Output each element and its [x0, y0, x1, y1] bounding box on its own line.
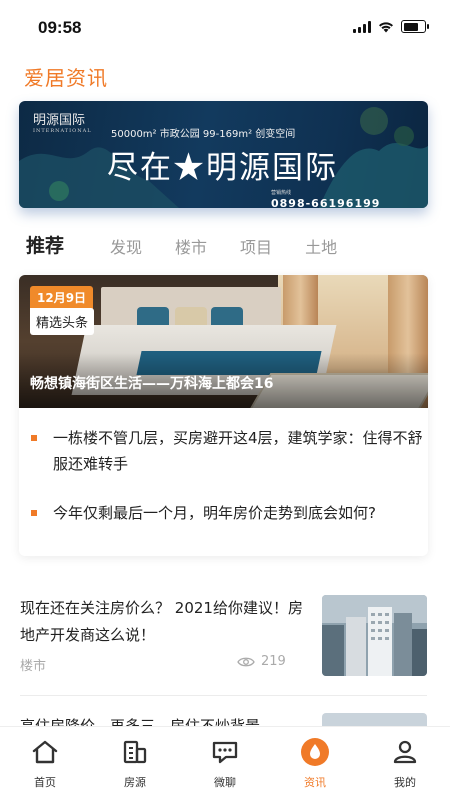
tabbar-label: 首页 [34, 776, 56, 789]
chat-icon [212, 741, 238, 764]
article-tag: 楼市 [20, 659, 47, 674]
tabbar-label: 微聊 [214, 776, 236, 789]
article-thumbnail [322, 595, 427, 676]
tab-project[interactable]: 项目 [240, 234, 272, 260]
article-item[interactable]: 现在还在关注房价么？ 2021给你建议！房地产开发商这么说！ 楼市 219 [20, 595, 429, 679]
category-tabs: 推荐 发现 楼市 项目 土地 [26, 231, 370, 260]
headline-item[interactable]: 今年仅剩最后一个月，明年房价走势到底会如何? [31, 500, 423, 526]
tab-recommend[interactable]: 推荐 [26, 231, 69, 260]
banner-hotline-label: 营销热线 [271, 190, 292, 196]
promo-banner[interactable]: 明源国际 INTERNATIONAL 50000m² 市政公园 99-169m² … [19, 101, 428, 208]
tabbar-label: 房源 [124, 776, 146, 789]
bullet-icon [31, 510, 37, 516]
tabbar-home[interactable]: 首页 [0, 727, 90, 800]
news-icon [301, 738, 329, 766]
featured-badge: 精选头条 [30, 308, 95, 335]
status-icons [353, 20, 429, 33]
page-title: 爱居资讯 [24, 66, 108, 90]
wifi-icon [379, 21, 393, 32]
article-title: 现在还在关注房价么？ 2021给你建议！房地产开发商这么说！ [20, 599, 303, 644]
banner-logo: 明源国际 INTERNATIONAL [33, 113, 92, 134]
headline-item[interactable]: 一栋楼不管几层，买房避开这4层，建筑学家：住得不舒服还难转手 [31, 425, 423, 477]
divider [20, 695, 427, 696]
tab-land[interactable]: 土地 [305, 234, 337, 260]
banner-subtitle: 50000m² 市政公园 99-169m² 创变空间 [111, 129, 296, 140]
featured-title: 畅想镇海街区生活——万科海上都会16 [30, 376, 274, 392]
tabbar-listings[interactable]: 房源 [90, 727, 180, 800]
eye-icon [237, 657, 255, 666]
home-icon [32, 740, 58, 764]
tabbar-profile[interactable]: 我的 [360, 727, 450, 800]
bullet-icon [31, 435, 37, 441]
featured-image[interactable]: 12月9日 精选头条 畅想镇海街区生活——万科海上都会16 [19, 275, 428, 408]
tab-discover[interactable]: 发现 [110, 234, 142, 260]
user-icon [393, 740, 417, 764]
date-badge: 12月9日 [30, 286, 94, 309]
banner-phone: 0898-66196199 [271, 197, 381, 208]
status-bar: 09:58 [0, 0, 450, 56]
tabbar-news[interactable]: 资讯 [270, 727, 360, 800]
tabbar-label: 资讯 [304, 776, 326, 789]
battery-icon [401, 20, 429, 33]
banner-headline: 尽在★明源国际 [107, 150, 338, 186]
tabbar-chat[interactable]: 微聊 [180, 727, 270, 800]
tab-market[interactable]: 楼市 [175, 234, 207, 260]
status-time: 09:58 [38, 18, 82, 37]
building-icon [123, 740, 147, 764]
tabbar-label: 我的 [394, 776, 416, 789]
view-count: 219 [237, 654, 286, 669]
bottom-tab-bar: 首页 房源 微聊 资讯 我的 [0, 726, 450, 800]
signal-icon [353, 20, 371, 33]
featured-card[interactable]: 12月9日 精选头条 畅想镇海街区生活——万科海上都会16 一栋楼不管几层，买房… [19, 275, 428, 556]
